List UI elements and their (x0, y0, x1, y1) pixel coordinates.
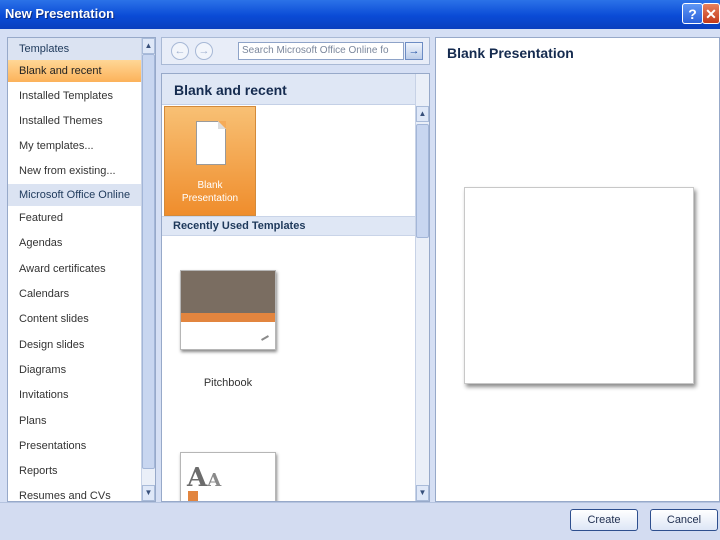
pitchbook-accent-band (181, 313, 275, 322)
sidebar-scrollbar[interactable]: ▲ ▼ (141, 38, 155, 501)
recent-templates-section-header: Recently Used Templates (162, 216, 415, 236)
sidebar-item-plans[interactable]: Plans (8, 410, 143, 432)
forward-arrow-icon[interactable]: → (195, 42, 213, 60)
back-arrow-icon[interactable]: ← (171, 42, 189, 60)
sidebar-item-agendas[interactable]: Agendas (8, 232, 143, 254)
blank-label-line1: Blank (197, 180, 223, 191)
templates-panel-header: Blank and recent (162, 74, 429, 105)
aa-template-logo: AA (187, 463, 222, 493)
dialog-footer: Create Cancel (0, 502, 720, 540)
sidebar-item-featured[interactable]: Featured (8, 207, 143, 229)
sidebar-item-my-templates[interactable]: My templates... (8, 135, 143, 157)
blank-document-icon (196, 121, 226, 165)
blank-presentation-tile[interactable]: Blank Presentation (164, 106, 256, 216)
sidebar-item-installed-templates[interactable]: Installed Templates (8, 85, 143, 107)
sidebar-item-design-slides[interactable]: Design slides (8, 334, 143, 356)
window-title: New Presentation (5, 6, 115, 21)
recent-templates-section-label: Recently Used Templates (173, 220, 306, 232)
templates-scroll-thumb[interactable] (416, 124, 429, 238)
sidebar-header-templates: Templates (8, 38, 143, 60)
sidebar-item-new-from-existing[interactable]: New from existing... (8, 160, 143, 182)
pitchbook-label[interactable]: Pitchbook (162, 377, 294, 389)
title-bar: New Presentation ? ✕ (0, 0, 720, 29)
sidebar-item-content-slides[interactable]: Content slides (8, 308, 143, 330)
pitchbook-mark (261, 335, 269, 341)
cancel-button[interactable]: Cancel (650, 509, 718, 531)
sidebar-item-calendars[interactable]: Calendars (8, 283, 143, 305)
pitchbook-thumbnail[interactable] (180, 270, 276, 350)
sidebar-scroll-thumb[interactable] (142, 54, 155, 469)
templates-scroll-up-icon[interactable]: ▲ (416, 106, 429, 122)
sidebar-item-reports[interactable]: Reports (8, 460, 143, 482)
aa-template-thumbnail[interactable]: AA (180, 452, 276, 501)
slide-preview (464, 187, 694, 384)
scroll-up-icon[interactable]: ▲ (142, 38, 155, 54)
templates-panel: Blank and recent Blank Presentation Rece… (161, 73, 430, 502)
sidebar-item-installed-themes[interactable]: Installed Themes (8, 110, 143, 132)
sidebar-item-blank-and-recent[interactable]: Blank and recent (8, 60, 143, 82)
blank-presentation-label: Blank Presentation (165, 179, 255, 205)
template-categories-panel: Templates Blank and recent Installed Tem… (7, 37, 156, 502)
aa-template-accent (188, 491, 198, 501)
templates-panel-title: Blank and recent (174, 82, 287, 98)
templates-scroll-down-icon[interactable]: ▼ (416, 485, 429, 501)
pitchbook-header-band (181, 271, 275, 313)
sidebar-item-resumes-and-cvs[interactable]: Resumes and CVs (8, 485, 143, 501)
help-button[interactable]: ? (682, 3, 703, 24)
preview-panel: Blank Presentation (435, 37, 720, 502)
create-button[interactable]: Create (570, 509, 638, 531)
sidebar-item-invitations[interactable]: Invitations (8, 384, 143, 406)
close-button[interactable]: ✕ (702, 3, 720, 24)
templates-scrollbar[interactable]: ▲ ▼ (415, 74, 429, 501)
scroll-down-icon[interactable]: ▼ (142, 485, 155, 501)
sidebar-item-presentations[interactable]: Presentations (8, 435, 143, 457)
preview-title: Blank Presentation (447, 45, 574, 61)
search-go-button[interactable]: → (405, 42, 423, 60)
sidebar-item-diagrams[interactable]: Diagrams (8, 359, 143, 381)
navigation-bar: ← → Search Microsoft Office Online fo → (161, 37, 430, 65)
search-input[interactable]: Search Microsoft Office Online fo (238, 42, 404, 60)
sidebar-item-award-certificates[interactable]: Award certificates (8, 258, 143, 280)
sidebar-header-office-online: Microsoft Office Online (8, 184, 143, 206)
blank-label-line2: Presentation (181, 193, 239, 204)
